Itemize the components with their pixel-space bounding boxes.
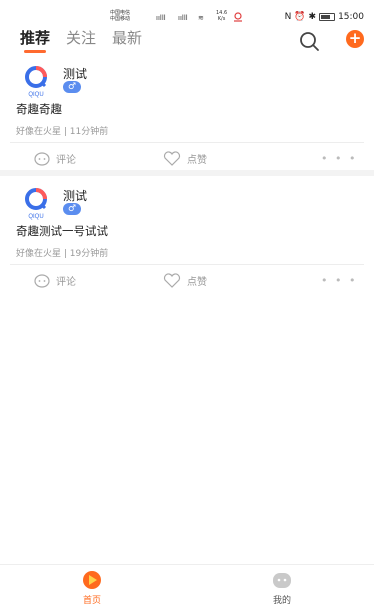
profile-icon — [273, 573, 291, 588]
like-button[interactable]: 点赞 — [163, 273, 207, 288]
nfc-icon: N — [284, 12, 292, 22]
post-meta: 好像在火星 | 11分钟前 — [16, 127, 109, 137]
divider — [10, 142, 364, 143]
tab-recommend[interactable]: 推荐 — [20, 27, 50, 53]
nav-home[interactable]: 首页 — [62, 569, 122, 606]
carrier-2: 中国移动 — [110, 16, 131, 22]
heart-icon — [163, 151, 181, 166]
wifi-icon: ≋ — [198, 14, 204, 22]
post-text[interactable]: 奇趣测试一号试试 — [16, 223, 108, 239]
more-options-icon[interactable]: • • • — [321, 152, 357, 165]
qiqu-logo: QIQU — [25, 66, 47, 98]
comment-button[interactable]: 评论 — [34, 273, 76, 288]
search-icon[interactable] — [298, 30, 320, 52]
gender-badge-male: ♂ — [63, 81, 81, 93]
bluetooth-icon: ✱ — [308, 12, 317, 22]
post-meta: 好像在火星 | 19分钟前 — [16, 249, 109, 259]
post-text[interactable]: 奇趣奇趣 — [16, 101, 62, 117]
like-label: 点赞 — [187, 277, 207, 288]
post-author[interactable]: 测试 — [63, 65, 87, 82]
like-label: 点赞 — [187, 155, 207, 166]
qiqu-logo: QIQU — [25, 188, 47, 220]
home-icon — [83, 571, 101, 589]
gender-badge-male: ♂ — [63, 203, 81, 215]
post-author[interactable]: 测试 — [63, 187, 87, 204]
status-right: N ⏰ ✱ 15:00 — [285, 12, 364, 22]
svg-text:QIQU: QIQU — [28, 92, 43, 98]
battery-icon — [319, 13, 336, 21]
feed-tabs: 推荐 关注 最新 — [20, 27, 142, 53]
notification-icon — [234, 12, 242, 22]
post-separator — [0, 170, 374, 176]
status-bar: 中国电信 中国移动 ıılll ıılll ≋ 14.6 K/s N ⏰ ✱ 1… — [0, 0, 374, 26]
signal-icon: ıılll — [156, 14, 166, 22]
tab-latest[interactable]: 最新 — [112, 27, 142, 49]
network-speed: 14.6 K/s — [216, 10, 228, 22]
more-options-icon[interactable]: • • • — [321, 274, 357, 287]
plus-icon: + — [348, 29, 362, 47]
post-card[interactable]: QIQU 测试 ♂ 奇趣测试一号试试 好像在火星 | 19分钟前 评论 点赞 •… — [0, 178, 374, 298]
alarm-icon: ⏰ — [294, 12, 306, 22]
comment-label: 评论 — [56, 277, 76, 288]
divider — [10, 264, 364, 265]
add-post-button[interactable]: + — [346, 30, 364, 48]
comment-icon — [34, 273, 50, 288]
heart-icon — [163, 273, 181, 288]
tab-following[interactable]: 关注 — [66, 27, 96, 49]
post-card[interactable]: QIQU 测试 ♂ 奇趣奇趣 好像在火星 | 11分钟前 评论 点赞 • • • — [0, 56, 374, 176]
nav-profile[interactable]: 我的 — [252, 569, 312, 606]
nav-home-label: 首页 — [82, 596, 101, 606]
bottom-nav: 首页 我的 — [0, 564, 374, 608]
comment-icon — [34, 151, 50, 166]
comment-button[interactable]: 评论 — [34, 151, 76, 166]
status-time: 15:00 — [338, 12, 364, 22]
signal-icon-2: ıılll — [178, 14, 188, 22]
carrier-labels: 中国电信 中国移动 — [110, 10, 130, 22]
like-button[interactable]: 点赞 — [163, 151, 207, 166]
svg-text:QIQU: QIQU — [28, 214, 43, 220]
nav-profile-label: 我的 — [272, 596, 291, 606]
comment-label: 评论 — [56, 155, 76, 166]
